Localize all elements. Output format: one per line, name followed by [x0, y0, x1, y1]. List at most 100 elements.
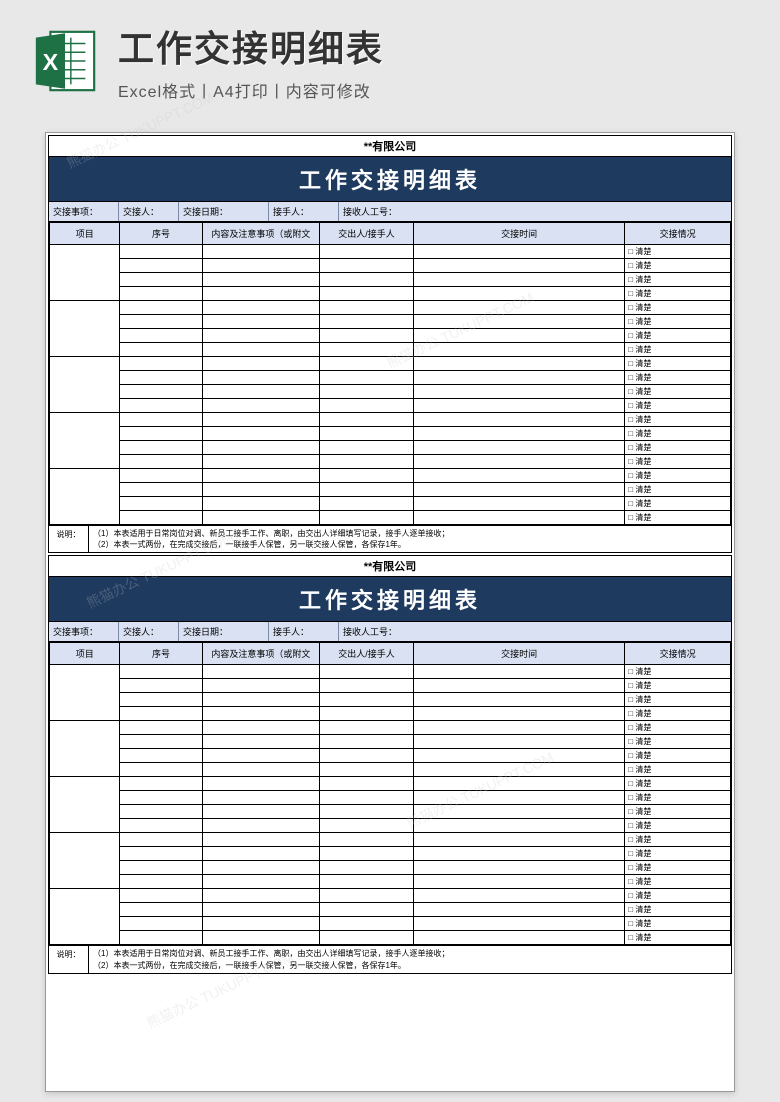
person-cell[interactable] — [320, 357, 414, 371]
seq-cell[interactable] — [120, 273, 202, 287]
status-cell[interactable]: □ 清楚 — [625, 371, 731, 385]
content-cell[interactable] — [202, 861, 319, 875]
info-item[interactable]: 交接事项： — [49, 622, 119, 641]
content-cell[interactable] — [202, 917, 319, 931]
person-cell[interactable] — [320, 259, 414, 273]
project-cell[interactable] — [50, 665, 120, 721]
time-cell[interactable] — [413, 665, 624, 679]
time-cell[interactable] — [413, 511, 624, 525]
seq-cell[interactable] — [120, 357, 202, 371]
content-cell[interactable] — [202, 497, 319, 511]
time-cell[interactable] — [413, 819, 624, 833]
content-cell[interactable] — [202, 399, 319, 413]
time-cell[interactable] — [413, 259, 624, 273]
person-cell[interactable] — [320, 679, 414, 693]
info-handover[interactable]: 交接人： — [119, 202, 179, 221]
status-cell[interactable]: □ 清楚 — [625, 399, 731, 413]
status-cell[interactable]: □ 清楚 — [625, 833, 731, 847]
seq-cell[interactable] — [120, 315, 202, 329]
info-date[interactable]: 交接日期： — [179, 202, 269, 221]
content-cell[interactable] — [202, 749, 319, 763]
person-cell[interactable] — [320, 455, 414, 469]
content-cell[interactable] — [202, 791, 319, 805]
status-cell[interactable]: □ 清楚 — [625, 357, 731, 371]
time-cell[interactable] — [413, 413, 624, 427]
time-cell[interactable] — [413, 385, 624, 399]
content-cell[interactable] — [202, 805, 319, 819]
time-cell[interactable] — [413, 287, 624, 301]
seq-cell[interactable] — [120, 721, 202, 735]
status-cell[interactable]: □ 清楚 — [625, 259, 731, 273]
status-cell[interactable]: □ 清楚 — [625, 903, 731, 917]
status-cell[interactable]: □ 清楚 — [625, 693, 731, 707]
project-cell[interactable] — [50, 721, 120, 777]
content-cell[interactable] — [202, 693, 319, 707]
status-cell[interactable]: □ 清楚 — [625, 287, 731, 301]
time-cell[interactable] — [413, 805, 624, 819]
person-cell[interactable] — [320, 371, 414, 385]
status-cell[interactable]: □ 清楚 — [625, 273, 731, 287]
person-cell[interactable] — [320, 273, 414, 287]
time-cell[interactable] — [413, 735, 624, 749]
person-cell[interactable] — [320, 469, 414, 483]
seq-cell[interactable] — [120, 693, 202, 707]
status-cell[interactable]: □ 清楚 — [625, 469, 731, 483]
content-cell[interactable] — [202, 665, 319, 679]
status-cell[interactable]: □ 清楚 — [625, 749, 731, 763]
seq-cell[interactable] — [120, 301, 202, 315]
status-cell[interactable]: □ 清楚 — [625, 791, 731, 805]
content-cell[interactable] — [202, 343, 319, 357]
project-cell[interactable] — [50, 301, 120, 357]
person-cell[interactable] — [320, 847, 414, 861]
seq-cell[interactable] — [120, 791, 202, 805]
seq-cell[interactable] — [120, 455, 202, 469]
person-cell[interactable] — [320, 483, 414, 497]
content-cell[interactable] — [202, 777, 319, 791]
seq-cell[interactable] — [120, 777, 202, 791]
person-cell[interactable] — [320, 329, 414, 343]
person-cell[interactable] — [320, 693, 414, 707]
content-cell[interactable] — [202, 329, 319, 343]
status-cell[interactable]: □ 清楚 — [625, 301, 731, 315]
seq-cell[interactable] — [120, 259, 202, 273]
status-cell[interactable]: □ 清楚 — [625, 497, 731, 511]
content-cell[interactable] — [202, 511, 319, 525]
time-cell[interactable] — [413, 791, 624, 805]
time-cell[interactable] — [413, 357, 624, 371]
person-cell[interactable] — [320, 735, 414, 749]
person-cell[interactable] — [320, 315, 414, 329]
info-receiver-id[interactable]: 接收人工号： — [339, 202, 731, 221]
seq-cell[interactable] — [120, 847, 202, 861]
info-receiver[interactable]: 接手人： — [269, 202, 339, 221]
content-cell[interactable] — [202, 819, 319, 833]
content-cell[interactable] — [202, 259, 319, 273]
content-cell[interactable] — [202, 483, 319, 497]
content-cell[interactable] — [202, 931, 319, 945]
person-cell[interactable] — [320, 413, 414, 427]
status-cell[interactable]: □ 清楚 — [625, 427, 731, 441]
person-cell[interactable] — [320, 833, 414, 847]
status-cell[interactable]: □ 清楚 — [625, 343, 731, 357]
time-cell[interactable] — [413, 931, 624, 945]
time-cell[interactable] — [413, 875, 624, 889]
status-cell[interactable]: □ 清楚 — [625, 665, 731, 679]
seq-cell[interactable] — [120, 469, 202, 483]
info-date[interactable]: 交接日期： — [179, 622, 269, 641]
content-cell[interactable] — [202, 371, 319, 385]
status-cell[interactable]: □ 清楚 — [625, 315, 731, 329]
seq-cell[interactable] — [120, 875, 202, 889]
seq-cell[interactable] — [120, 245, 202, 259]
info-handover[interactable]: 交接人： — [119, 622, 179, 641]
time-cell[interactable] — [413, 679, 624, 693]
time-cell[interactable] — [413, 301, 624, 315]
status-cell[interactable]: □ 清楚 — [625, 763, 731, 777]
status-cell[interactable]: □ 清楚 — [625, 819, 731, 833]
status-cell[interactable]: □ 清楚 — [625, 245, 731, 259]
status-cell[interactable]: □ 清楚 — [625, 917, 731, 931]
time-cell[interactable] — [413, 315, 624, 329]
person-cell[interactable] — [320, 399, 414, 413]
project-cell[interactable] — [50, 469, 120, 525]
content-cell[interactable] — [202, 735, 319, 749]
person-cell[interactable] — [320, 721, 414, 735]
content-cell[interactable] — [202, 301, 319, 315]
